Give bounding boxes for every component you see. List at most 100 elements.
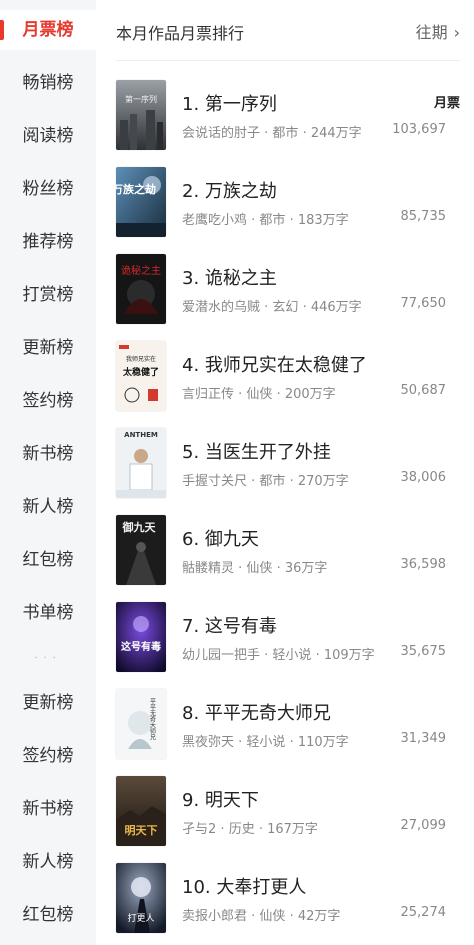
book-author: 黑夜弥天 [182, 735, 235, 750]
chevron-right-icon: › [453, 23, 460, 42]
book-genre: 都市 [259, 213, 286, 228]
sidebar-item-new-authors[interactable]: 新人榜 [0, 842, 96, 882]
cover-title: ANTHEM [124, 431, 158, 439]
book-cover: 第一序列 [116, 80, 166, 150]
book-row[interactable]: 我师兄实在 太稳健了 4. 我师兄实在太稳健了 言归正传 · 仙侠 · 200万字… [116, 341, 460, 419]
book-cover: 我师兄实在 太稳健了 [116, 341, 166, 411]
book-author: 爱潜水的乌贼 [182, 300, 261, 315]
sidebar-item-signed[interactable]: 签约榜 [0, 736, 96, 776]
ranking-header: 本月作品月票排行 往期 › [116, 0, 460, 61]
sidebar-item-new-books[interactable]: 新书榜 [0, 434, 96, 474]
book-title: 7. 这号有毒 [182, 616, 277, 637]
book-author: 孑与2 [182, 822, 217, 837]
book-row[interactable]: 诡秘之主 3. 诡秘之主 爱潜水的乌贼 · 玄幻 · 446万字 77,650 [116, 254, 460, 332]
book-votes: 77,650 [400, 296, 447, 311]
book-meta: 骷髅精灵 · 仙侠 · 36万字 [182, 561, 328, 576]
cover-title: 诡秘之主 [121, 264, 161, 277]
book-meta: 爱潜水的乌贼 · 玄幻 · 446万字 [182, 300, 362, 315]
sidebar-item-red-packet[interactable]: 红包榜 [0, 540, 96, 580]
sidebar-item-recommend[interactable]: 推荐榜 [0, 222, 96, 262]
sidebar-item-label: 畅销榜 [22, 73, 74, 93]
ranking-sidebar: 月票榜 畅销榜 阅读榜 粉丝榜 推荐榜 打赏榜 更新榜 签约榜 新书榜 新人榜 … [0, 0, 96, 945]
sidebar-item-new-books[interactable]: 新书榜 [0, 789, 96, 829]
sidebar-item-label: 月票榜 [22, 20, 74, 40]
book-genre: 轻小说 [272, 648, 312, 663]
sidebar-item-bestseller[interactable]: 畅销榜 [0, 63, 96, 103]
svg-text:我师兄实在: 我师兄实在 [126, 355, 156, 363]
book-cover: 明天下 [116, 776, 166, 846]
sidebar-item-update[interactable]: 更新榜 [0, 683, 96, 723]
book-title: 5. 当医生开了外挂 [182, 442, 331, 463]
book-meta: 手握寸关尺 · 都市 · 270万字 [182, 474, 349, 489]
cover-title: 万族之劫 [116, 182, 156, 196]
book-word-count: 36万字 [284, 561, 328, 576]
book-genre: 轻小说 [246, 735, 286, 750]
book-votes: 31,349 [400, 731, 447, 746]
book-cover: 平平无奇大师兄 [116, 689, 166, 759]
book-row[interactable]: 明天下 9. 明天下 孑与2 · 历史 · 167万字 27,099 [116, 776, 460, 854]
sidebar-item-label: 粉丝榜 [22, 179, 74, 199]
book-word-count: 446万字 [310, 300, 362, 315]
sidebar-item-signed[interactable]: 签约榜 [0, 381, 96, 421]
book-cover: ANTHEM [116, 428, 166, 498]
sidebar-item-label: 更新榜 [22, 338, 74, 358]
book-meta: 会说话的肘子 · 都市 · 244万字 [182, 126, 362, 141]
book-genre: 仙侠 [246, 387, 273, 402]
book-row[interactable]: 万族之劫 2. 万族之劫 老鹰吃小鸡 · 都市 · 183万字 85,735 [116, 167, 460, 245]
sidebar-item-label: 打赏榜 [22, 285, 74, 305]
book-word-count: 110万字 [297, 735, 349, 750]
sidebar-item-label: 新人榜 [22, 852, 74, 872]
book-row[interactable]: 这号有毒 7. 这号有毒 幼儿园一把手 · 轻小说 · 109万字 35,675 [116, 602, 460, 680]
book-genre: 都市 [272, 126, 299, 141]
ranking-page: 月票榜 畅销榜 阅读榜 粉丝榜 推荐榜 打赏榜 更新榜 签约榜 新书榜 新人榜 … [0, 0, 474, 945]
book-meta: 黑夜弥天 · 轻小说 · 110万字 [182, 735, 349, 750]
book-title: 3. 诡秘之主 [182, 268, 277, 289]
book-word-count: 244万字 [310, 126, 362, 141]
book-author: 卖报小郎君 [182, 909, 248, 924]
book-votes: 25,274 [400, 905, 447, 920]
sidebar-item-label: 新人榜 [22, 497, 74, 517]
book-title: 1. 第一序列 [182, 94, 277, 115]
book-genre: 都市 [259, 474, 286, 489]
cover-title: 御九天 [122, 520, 157, 534]
sidebar-item-update[interactable]: 更新榜 [0, 328, 96, 368]
sidebar-item-label: 书单榜 [22, 603, 74, 623]
sidebar-item-booklist[interactable]: 书单榜 [0, 593, 96, 633]
sidebar-item-label: 签约榜 [22, 746, 74, 766]
book-genre: 仙侠 [246, 561, 273, 576]
book-votes: 35,675 [400, 644, 447, 659]
sidebar-item-tips[interactable]: 打赏榜 [0, 275, 96, 315]
book-row[interactable]: 御九天 6. 御九天 骷髅精灵 · 仙侠 · 36万字 36,598 [116, 515, 460, 593]
book-votes: 85,735 [400, 209, 447, 224]
sidebar-item-fans[interactable]: 粉丝榜 [0, 169, 96, 209]
book-genre: 历史 [228, 822, 255, 837]
book-author: 会说话的肘子 [182, 126, 261, 141]
book-title: 10. 大奉打更人 [182, 877, 307, 898]
book-genre: 仙侠 [259, 909, 286, 924]
book-row[interactable]: ANTHEM 5. 当医生开了外挂 手握寸关尺 · 都市 · 270万字 38,… [116, 428, 460, 506]
book-row[interactable]: 第一序列 1. 第一序列 会说话的肘子 · 都市 · 244万字 103,697 [116, 80, 460, 158]
book-meta: 幼儿园一把手 · 轻小说 · 109万字 [182, 648, 375, 663]
book-row[interactable]: 打更人 10. 大奉打更人 卖报小郎君 · 仙侠 · 42万字 25,274 [116, 863, 460, 941]
sidebar-item-label: 新书榜 [22, 444, 74, 464]
sidebar-item-monthly-votes[interactable]: 月票榜 [0, 10, 96, 50]
sidebar-item-label: 阅读榜 [22, 126, 74, 146]
book-word-count: 270万字 [297, 474, 349, 489]
book-word-count: 167万字 [267, 822, 318, 837]
svg-text:太稳健了: 太稳健了 [122, 366, 159, 378]
sidebar-separator: ··· [34, 653, 62, 664]
cover-title: 平平无奇大师兄 [149, 698, 156, 741]
past-periods-link[interactable]: 往期 › [416, 19, 460, 43]
book-cover: 御九天 [116, 515, 166, 585]
book-cover: 万族之劫 [116, 167, 166, 237]
book-cover: 诡秘之主 [116, 254, 166, 324]
sidebar-item-new-authors[interactable]: 新人榜 [0, 487, 96, 527]
book-row[interactable]: 平平无奇大师兄 8. 平平无奇大师兄 黑夜弥天 · 轻小说 · 110万字 31… [116, 689, 460, 767]
sidebar-item-red-packet[interactable]: 红包榜 [0, 895, 96, 935]
book-votes: 50,687 [400, 383, 447, 398]
book-author: 骷髅精灵 [182, 561, 235, 576]
sidebar-item-reading[interactable]: 阅读榜 [0, 116, 96, 156]
book-votes: 103,697 [392, 122, 446, 137]
book-word-count: 200万字 [284, 387, 336, 402]
sidebar-item-label: 新书榜 [22, 799, 74, 819]
